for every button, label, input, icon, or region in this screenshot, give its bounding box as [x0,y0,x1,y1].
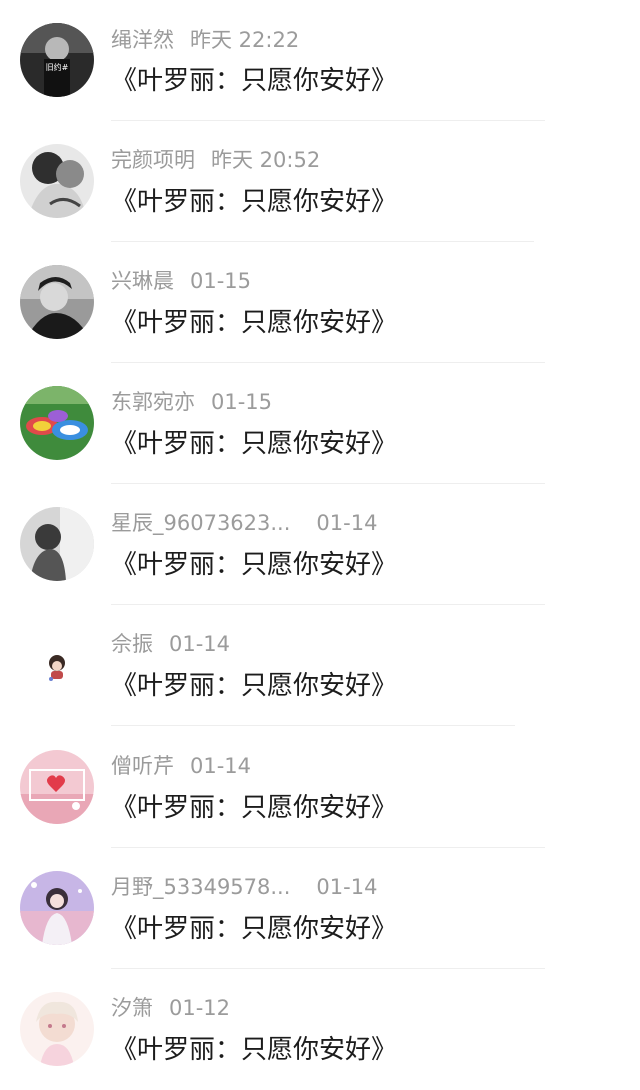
comment-meta: 兴琳晨 01-15 [111,266,251,296]
avatar-image: 旧约# [20,23,94,97]
comment-item[interactable]: 汐箫 01-12 《叶罗丽：只愿你安好》 [0,969,640,1090]
avatar-caption: 旧约# [46,62,69,72]
avatar[interactable] [20,144,94,218]
avatar-image [20,507,94,581]
comment-text: 《叶罗丽：只愿你安好》 [111,1035,398,1065]
avatar[interactable] [20,871,94,945]
avatar-image [20,628,94,702]
username[interactable]: 星辰_96073623... [111,508,290,538]
comment-item[interactable]: 兴琳晨 01-15 《叶罗丽：只愿你安好》 [0,242,640,363]
comment-meta: 汐箫 01-12 [111,993,230,1023]
username[interactable]: 月野_53349578... [111,872,290,902]
timestamp: 01-12 [169,996,231,1020]
comment-meta: 月野_53349578... 01-14 [111,872,377,902]
timestamp: 01-14 [190,754,252,778]
comment-item[interactable]: 星辰_96073623... 01-14 《叶罗丽：只愿你安好》 [0,484,640,605]
avatar-image [20,386,94,460]
comment-item[interactable]: 旧约# 绳洋然 昨天 22:22 《叶罗丽：只愿你安好》 [0,0,640,121]
comment-text: 《叶罗丽：只愿你安好》 [111,550,398,580]
comment-item[interactable]: 佘振 01-14 《叶罗丽：只愿你安好》 [0,605,640,726]
username[interactable]: 汐箫 [111,993,153,1023]
timestamp: 01-14 [316,875,378,899]
comment-text: 《叶罗丽：只愿你安好》 [111,187,398,217]
timestamp: 01-14 [316,511,378,535]
timestamp: 昨天 22:22 [190,28,300,52]
avatar-image [20,265,94,339]
comment-text: 《叶罗丽：只愿你安好》 [111,914,398,944]
comment-text: 《叶罗丽：只愿你安好》 [111,308,398,338]
comment-text: 《叶罗丽：只愿你安好》 [111,671,398,701]
avatar-image [20,871,94,945]
username[interactable]: 僧听芹 [111,751,174,781]
avatar[interactable] [20,265,94,339]
comment-meta: 完颜项明 昨天 20:52 [111,145,320,175]
comment-item[interactable]: 月野_53349578... 01-14 《叶罗丽：只愿你安好》 [0,848,640,969]
avatar-image [20,144,94,218]
avatar[interactable] [20,507,94,581]
comment-meta: 佘振 01-14 [111,629,230,659]
timestamp: 01-14 [169,632,231,656]
timestamp: 昨天 20:52 [211,148,321,172]
username[interactable]: 完颜项明 [111,145,195,175]
comment-meta: 僧听芹 01-14 [111,751,251,781]
avatar[interactable]: 旧约# [20,23,94,97]
avatar-image [20,750,94,824]
avatar[interactable] [20,992,94,1066]
comment-text: 《叶罗丽：只愿你安好》 [111,429,398,459]
avatar-image [20,992,94,1066]
username[interactable]: 东郭宛亦 [111,387,195,417]
avatar[interactable] [20,386,94,460]
username[interactable]: 绳洋然 [111,25,174,55]
divider [111,725,515,726]
username[interactable]: 佘振 [111,629,153,659]
comment-list: 旧约# 绳洋然 昨天 22:22 《叶罗丽：只愿你安好》 完颜项明 昨天 20:52… [0,0,640,1090]
avatar[interactable] [20,628,94,702]
comment-item[interactable]: 东郭宛亦 01-15 《叶罗丽：只愿你安好》 [0,363,640,484]
comment-meta: 东郭宛亦 01-15 [111,387,272,417]
comment-item[interactable]: 完颜项明 昨天 20:52 《叶罗丽：只愿你安好》 [0,121,640,242]
comment-text: 《叶罗丽：只愿你安好》 [111,793,398,823]
avatar[interactable] [20,750,94,824]
comment-meta: 星辰_96073623... 01-14 [111,508,377,538]
comment-item[interactable]: 僧听芹 01-14 《叶罗丽：只愿你安好》 [0,727,640,848]
timestamp: 01-15 [190,269,252,293]
comment-meta: 绳洋然 昨天 22:22 [111,25,299,55]
comment-text: 《叶罗丽：只愿你安好》 [111,66,398,96]
username[interactable]: 兴琳晨 [111,266,174,296]
timestamp: 01-15 [211,390,273,414]
